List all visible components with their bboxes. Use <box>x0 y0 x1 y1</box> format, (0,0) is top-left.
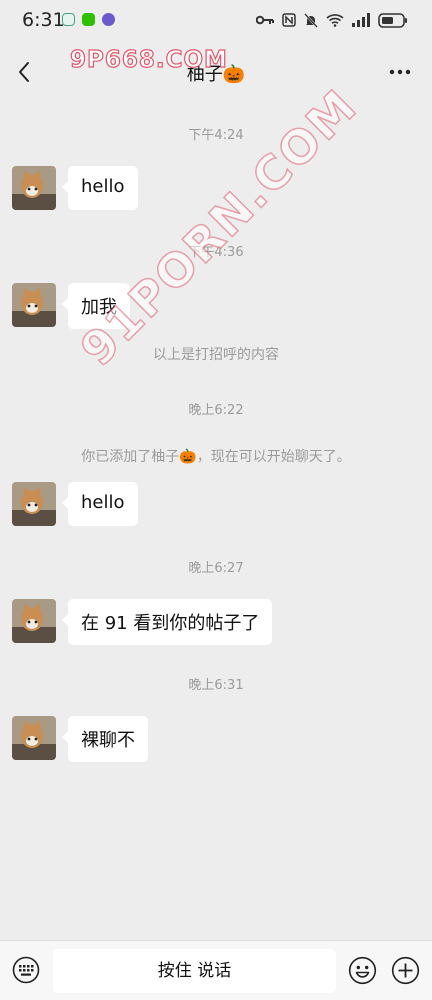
message-bubble[interactable]: hello <box>62 166 138 210</box>
avatar[interactable] <box>12 166 56 210</box>
plus-circle-icon <box>391 956 420 985</box>
key-icon <box>256 15 274 25</box>
app-notification-icon <box>62 13 75 26</box>
wechat-notification-icon <box>82 13 95 26</box>
status-time: 6:31 <box>22 9 65 31</box>
message-list[interactable]: 下午4:24 hello 下午4:36 加我 以上是打招呼的内容 晚上6:22 … <box>0 104 432 940</box>
status-bar: 6:31 <box>0 0 432 40</box>
system-notice: 以上是打招呼的内容 <box>153 347 279 363</box>
timestamp: 晚上6:27 <box>188 561 244 576</box>
chat-title: 柚子🎃 <box>186 64 246 85</box>
battery-icon <box>378 12 407 28</box>
keyboard-button[interactable] <box>12 956 40 984</box>
emoji-icon <box>348 956 377 985</box>
keyboard-icon <box>12 956 40 984</box>
timestamp: 下午4:36 <box>188 245 244 260</box>
message-bubble[interactable]: 裸聊不 <box>62 716 148 762</box>
message-bubble[interactable]: hello <box>62 482 138 526</box>
wifi-icon <box>326 14 344 27</box>
timestamp: 晚上6:31 <box>188 678 244 693</box>
emoji-button[interactable] <box>348 956 377 985</box>
timestamp: 下午4:24 <box>188 128 244 143</box>
hold-to-talk-button[interactable]: 按住 说话 <box>53 949 336 993</box>
system-icons <box>256 10 408 30</box>
input-bar: 按住 说话 <box>0 940 432 1000</box>
nav-bar: 柚子🎃 <box>0 40 432 104</box>
signal-icon <box>352 13 370 27</box>
avatar[interactable] <box>12 482 56 526</box>
message-bubble[interactable]: 加我 <box>62 283 130 329</box>
avatar[interactable] <box>12 283 56 327</box>
more-dots-icon <box>389 69 411 75</box>
more-functions-button[interactable] <box>391 956 420 985</box>
nfc-icon <box>282 13 296 27</box>
avatar[interactable] <box>12 599 56 643</box>
avatar[interactable] <box>12 716 56 760</box>
app-notification-icon <box>102 13 115 26</box>
message-bubble[interactable]: 在 91 看到你的帖子了 <box>61 599 273 645</box>
system-notice: 你已添加了柚子🎃，现在可以开始聊天了。 <box>81 449 351 465</box>
mute-icon <box>304 12 318 28</box>
timestamp: 晚上6:22 <box>188 403 244 418</box>
more-options-button[interactable] <box>388 60 412 84</box>
